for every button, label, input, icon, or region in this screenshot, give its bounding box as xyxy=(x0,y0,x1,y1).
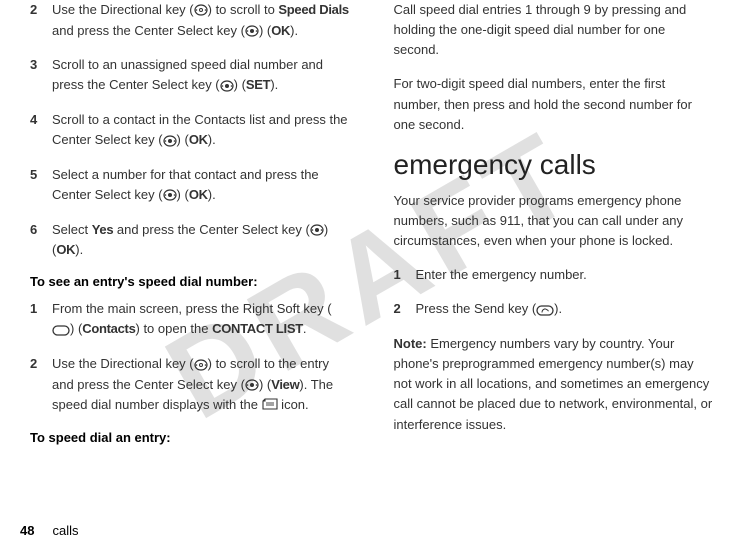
center-select-key-icon xyxy=(245,375,259,395)
ok-label: OK xyxy=(56,242,75,257)
step-text: Press the Send key (). xyxy=(416,299,714,320)
step-item: 6 Select Yes and press the Center Select… xyxy=(30,220,350,261)
step-item: 2 Press the Send key (). xyxy=(394,299,714,320)
center-select-key-icon xyxy=(163,185,177,205)
subheading: To speed dial an entry: xyxy=(30,430,350,445)
yes-label: Yes xyxy=(92,222,114,237)
section-heading: emergency calls xyxy=(394,149,714,181)
step-item: 5 Select a number for that contact and p… xyxy=(30,165,350,206)
speed-dials-label: Speed Dials xyxy=(278,2,348,17)
text: ) ( xyxy=(234,77,246,92)
step-number: 2 xyxy=(30,354,52,416)
paragraph: Call speed dial entries 1 through 9 by p… xyxy=(394,0,714,60)
directional-key-icon xyxy=(194,0,208,20)
page-content: 2 Use the Directional key () to scroll t… xyxy=(0,0,743,550)
step-number: 1 xyxy=(394,265,416,285)
step-item: 2 Use the Directional key () to scroll t… xyxy=(30,354,350,416)
send-key-icon xyxy=(536,300,554,320)
note-text: Emergency numbers vary by country. Your … xyxy=(394,336,713,432)
text: ). xyxy=(270,77,278,92)
left-column: 2 Use the Directional key () to scroll t… xyxy=(20,0,372,530)
text: ) ( xyxy=(177,187,189,202)
step-number: 1 xyxy=(30,299,52,340)
text: ) ( xyxy=(177,132,189,147)
text: Use the Directional key ( xyxy=(52,2,194,17)
text: From the main screen, press the Right So… xyxy=(52,301,332,316)
subheading: To see an entry's speed dial number: xyxy=(30,274,350,289)
step-item: 1 Enter the emergency number. xyxy=(394,265,714,285)
step-number: 5 xyxy=(30,165,52,206)
step-text: Scroll to an unassigned speed dial numbe… xyxy=(52,55,350,96)
text: To speed dial an entry xyxy=(30,430,166,445)
text: Press the Send key ( xyxy=(416,301,537,316)
step-item: 4 Scroll to a contact in the Contacts li… xyxy=(30,110,350,151)
text: ) ( xyxy=(259,377,271,392)
contacts-label: Contacts xyxy=(82,321,135,336)
text: ). xyxy=(290,23,298,38)
step-item: 3 Scroll to an unassigned speed dial num… xyxy=(30,55,350,96)
step-text: Use the Directional key () to scroll to … xyxy=(52,0,350,41)
text: Scroll to an unassigned speed dial numbe… xyxy=(52,57,323,92)
step-text: Scroll to a contact in the Contacts list… xyxy=(52,110,350,151)
text: and press the Center Select key ( xyxy=(52,23,245,38)
step-text: Select Yes and press the Center Select k… xyxy=(52,220,350,261)
step-text: Use the Directional key () to scroll to … xyxy=(52,354,350,416)
step-item: 1 From the main screen, press the Right … xyxy=(30,299,350,340)
ok-label: OK xyxy=(189,132,208,147)
center-select-key-icon xyxy=(220,76,234,96)
text: ) to open the xyxy=(136,321,213,336)
center-select-key-icon xyxy=(163,131,177,151)
text: ). xyxy=(75,242,83,257)
soft-key-icon xyxy=(52,320,70,340)
text: ) ( xyxy=(259,23,271,38)
text: ) ( xyxy=(70,321,82,336)
card-icon xyxy=(262,396,278,416)
text: Select xyxy=(52,222,92,237)
text: : xyxy=(166,430,170,445)
contact-list-label: CONTACT LIST xyxy=(212,321,303,336)
text: and press the Center Select key ( xyxy=(113,222,310,237)
step-number: 3 xyxy=(30,55,52,96)
text: : xyxy=(253,274,257,289)
paragraph: For two-digit speed dial numbers, enter … xyxy=(394,74,714,134)
step-item: 2 Use the Directional key ( ) to scroll t… xyxy=(30,0,350,41)
step-number: 4 xyxy=(30,110,52,151)
text: To see an entry's speed dial number xyxy=(30,274,253,289)
ok-label: OK xyxy=(271,23,290,38)
note-paragraph: Note: Emergency numbers vary by country.… xyxy=(394,334,714,435)
directional-key-icon xyxy=(194,355,208,375)
step-text: From the main screen, press the Right So… xyxy=(52,299,350,340)
text: ). xyxy=(208,187,216,202)
paragraph: Your service provider programs emergency… xyxy=(394,191,714,251)
step-text: Select a number for that contact and pre… xyxy=(52,165,350,206)
step-number: 2 xyxy=(30,0,52,41)
step-number: 2 xyxy=(394,299,416,320)
center-select-key-icon xyxy=(310,220,324,240)
text: icon. xyxy=(278,397,309,412)
text: ) to scroll to xyxy=(208,2,279,17)
set-label: SET xyxy=(246,77,270,92)
right-column: Call speed dial entries 1 through 9 by p… xyxy=(372,0,724,530)
step-number: 6 xyxy=(30,220,52,261)
text: ). xyxy=(208,132,216,147)
step-text: Enter the emergency number. xyxy=(416,265,714,285)
text: Use the Directional key ( xyxy=(52,356,194,371)
view-label: View xyxy=(271,377,299,392)
center-select-key-icon xyxy=(245,21,259,41)
text: ). xyxy=(554,301,562,316)
ok-label: OK xyxy=(189,187,208,202)
note-label: Note: xyxy=(394,336,427,351)
text: . xyxy=(303,321,307,336)
